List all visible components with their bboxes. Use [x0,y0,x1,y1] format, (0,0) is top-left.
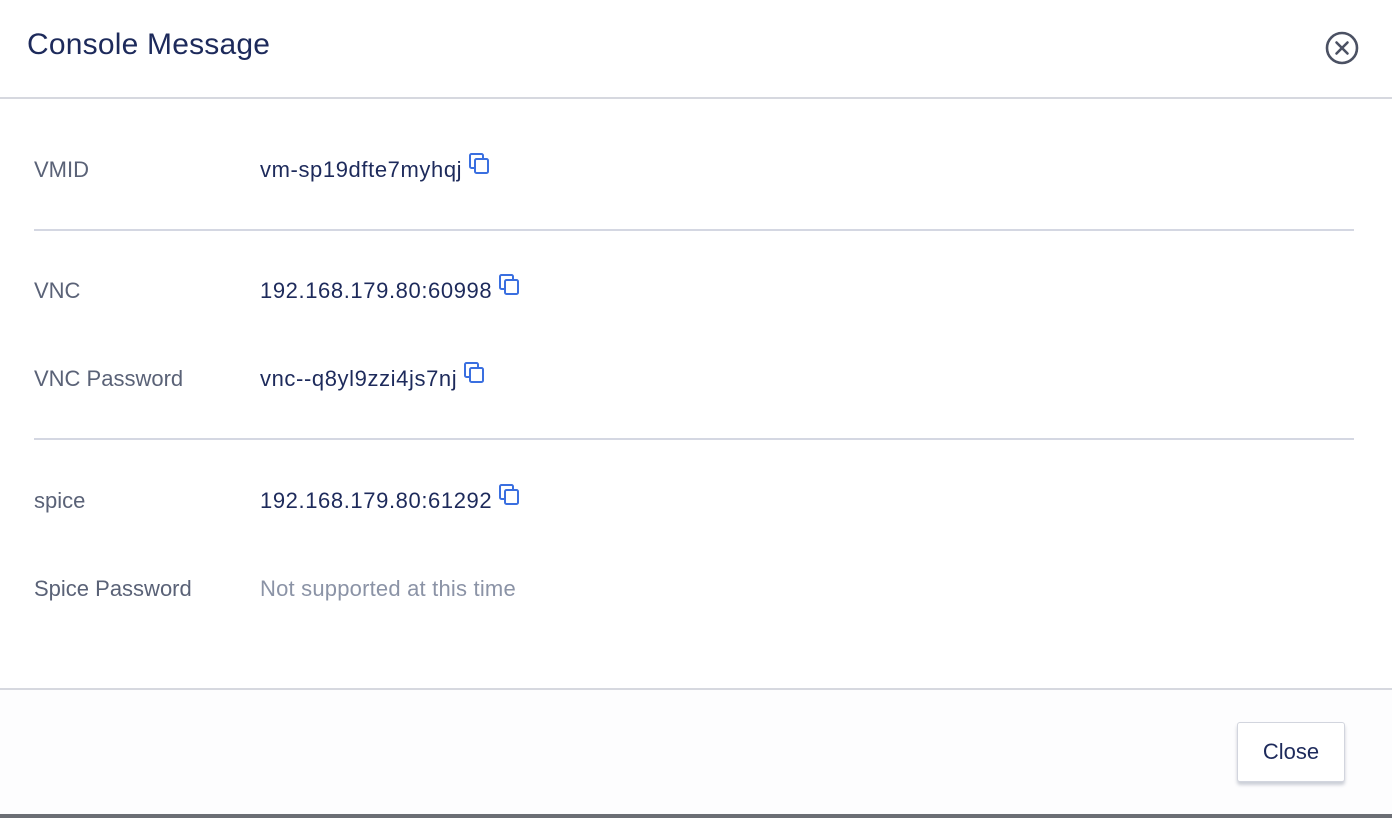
vnc-label: VNC [34,278,81,303]
copy-icon[interactable] [468,152,490,176]
dialog-header: Console Message [0,0,1392,99]
vmid-value: vm-sp19dfte7myhqj [260,150,490,190]
section-divider [34,438,1354,440]
info-row-vnc: VNC 192.168.179.80:60998 [34,271,1354,311]
dialog-title: Console Message [27,28,271,61]
close-circle-icon[interactable] [1325,31,1359,65]
info-row-spice: spice 192.168.179.80:61292 [34,481,1354,521]
info-row-vmid: VMID vm-sp19dfte7myhqj [34,150,1354,190]
copy-icon[interactable] [498,483,520,507]
spice-password-value: Not supported at this time [260,576,516,601]
vnc-value: 192.168.179.80:60998 [260,271,520,311]
copy-icon[interactable] [498,273,520,297]
spice-text: 192.168.179.80:61292 [260,488,493,513]
spice-password-label: Spice Password [34,576,192,601]
vmid-label: VMID [34,157,89,182]
dialog-footer: Close [0,688,1392,814]
spice-value: 192.168.179.80:61292 [260,481,520,521]
info-row-vnc-password: VNC Password vnc--q8yl9zzi4js7nj [34,359,1354,399]
vmid-text: vm-sp19dfte7myhqj [260,157,463,182]
spice-label: spice [34,488,86,513]
info-row-spice-password: Spice Password Not supported at this tim… [34,569,1354,609]
section-divider [34,229,1354,231]
vnc-password-text: vnc--q8yl9zzi4js7nj [260,366,458,391]
vnc-password-value: vnc--q8yl9zzi4js7nj [260,359,485,399]
vnc-password-label: VNC Password [34,366,184,391]
close-button[interactable]: Close [1237,722,1345,782]
vnc-text: 192.168.179.80:60998 [260,278,493,303]
window-bottom-edge [0,814,1392,818]
console-message-dialog: Console Message VMID vm-sp19dfte7myhqj V… [0,0,1392,818]
copy-icon[interactable] [463,361,485,385]
